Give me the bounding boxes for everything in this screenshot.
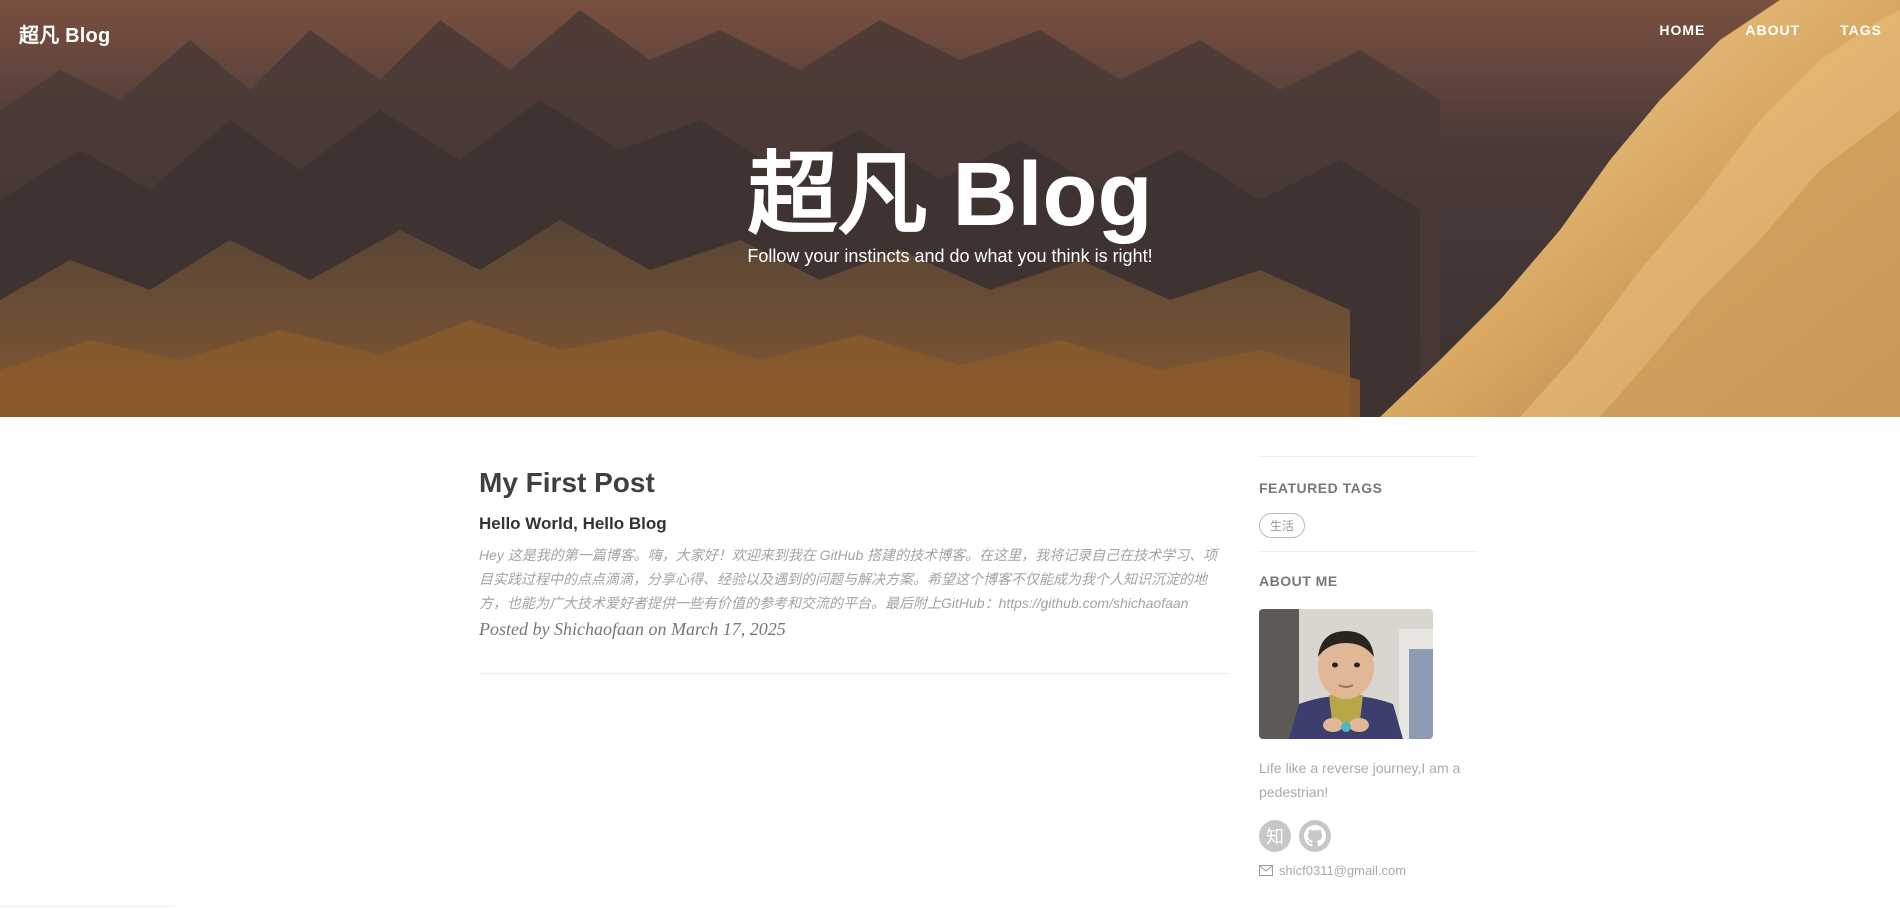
hero-title: 超凡 Blog <box>747 145 1153 245</box>
post-title-link[interactable]: My First Post <box>479 465 1229 501</box>
about-me-heading: ABOUT ME <box>1259 573 1338 589</box>
github-icon[interactable] <box>1299 820 1331 852</box>
tag-pill[interactable]: 生活 <box>1259 513 1306 538</box>
envelope-icon <box>1259 865 1273 876</box>
sidebar-divider <box>1259 551 1477 552</box>
sidebar: FEATURED TAGS 生活 ABOUT ME Life like a re… <box>1259 456 1477 878</box>
zhihu-glyph: 知 <box>1266 827 1284 847</box>
email-row: shicf0311@gmail.com <box>1259 863 1477 878</box>
featured-tags-heading: FEATURED TAGS <box>1259 480 1383 496</box>
hero-subtitle: Follow your instincts and do what you th… <box>747 246 1153 266</box>
email-link[interactable]: shicf0311@gmail.com <box>1279 863 1406 878</box>
avatar <box>1259 609 1433 739</box>
avatar-photo <box>1259 609 1433 739</box>
nav-link-tags[interactable]: TAGS <box>1840 22 1882 38</box>
hero-header: 超凡 Blog HOME ABOUT TAGS 超凡 Blog Follow y… <box>0 0 1900 417</box>
post-meta: Posted by Shichaofaan on March 17, 2025 <box>479 619 786 639</box>
nav-brand-link[interactable]: 超凡 Blog <box>19 19 110 48</box>
post-divider <box>479 673 1229 674</box>
sidebar-divider <box>1259 456 1477 457</box>
zhihu-icon[interactable]: 知 <box>1259 820 1291 852</box>
top-nav: HOME ABOUT TAGS <box>1619 22 1900 38</box>
github-octocat-icon <box>1304 825 1326 847</box>
nav-link-about[interactable]: ABOUT <box>1745 22 1800 38</box>
post-subtitle[interactable]: Hello World, Hello Blog <box>479 511 1229 537</box>
bio-text: Life like a reverse journey,I am a pedes… <box>1259 760 1461 800</box>
post-preview: My First Post Hello World, Hello Blog He… <box>479 465 1229 642</box>
post-excerpt[interactable]: Hey 这是我的第一篇博客。嗨，大家好！欢迎来到我在 GitHub 搭建的技术博… <box>479 543 1219 615</box>
featured-tags-list: 生活 <box>1259 513 1477 538</box>
nav-link-home[interactable]: HOME <box>1659 22 1705 38</box>
social-links: 知 <box>1259 820 1477 852</box>
footer-divider <box>0 906 174 907</box>
